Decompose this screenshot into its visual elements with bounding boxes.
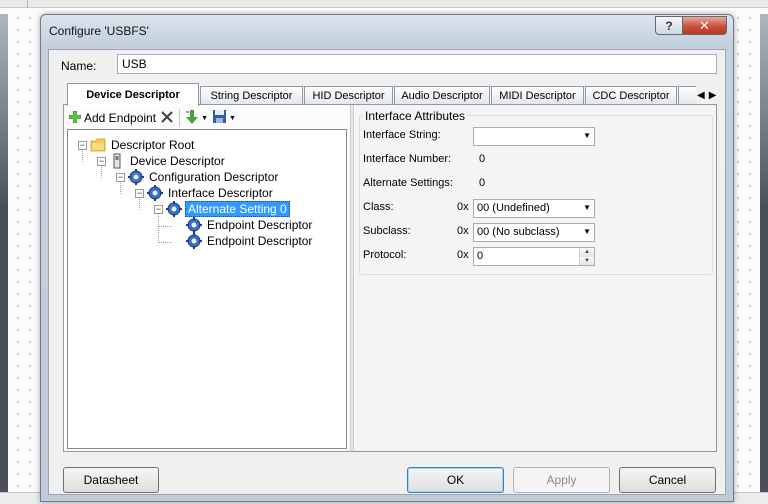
tree-connector: [158, 226, 172, 227]
tree-connector: [158, 242, 172, 243]
gear-icon: [166, 201, 182, 217]
subclass-combo[interactable]: 00 (No subclass) ▼: [473, 223, 595, 242]
delete-icon: [160, 110, 174, 127]
interface-attributes-title: Interface Attributes: [363, 109, 468, 123]
tab-strip: Device Descriptor String Descriptor HID …: [67, 83, 719, 106]
apply-button[interactable]: Apply: [513, 467, 610, 493]
subclass-value: 00 (No subclass): [477, 226, 560, 238]
protocol-label: Protocol:: [363, 249, 407, 261]
class-combo[interactable]: 00 (Undefined) ▼: [473, 199, 595, 218]
interface-number-label: Interface Number:: [363, 153, 452, 165]
tree-node-label: Device Descriptor: [130, 154, 225, 168]
descriptor-tree-pane: Add Endpoint ▼ ▼ − Descriptor Root − Dev…: [64, 105, 350, 451]
help-button[interactable]: ?: [655, 16, 683, 35]
datasheet-button[interactable]: Datasheet: [63, 467, 159, 493]
import-button[interactable]: ▼: [183, 108, 210, 128]
add-endpoint-label: Add Endpoint: [84, 111, 157, 125]
tab-midi-descriptor[interactable]: MIDI Descriptor: [491, 86, 584, 105]
collapse-icon[interactable]: −: [78, 140, 87, 150]
import-icon: [185, 109, 199, 128]
tree-node-endpoint-descriptor[interactable]: Endpoint Descriptor: [186, 217, 314, 233]
spin-up-icon[interactable]: ▲: [580, 248, 594, 257]
tab-hid-descriptor[interactable]: HID Descriptor: [304, 86, 393, 105]
tree-toolbar: Add Endpoint ▼ ▼: [66, 107, 346, 129]
toolbar-separator: [179, 109, 181, 127]
collapse-icon[interactable]: −: [116, 172, 125, 182]
tree-node-label: Endpoint Descriptor: [207, 234, 313, 248]
protocol-spin-buttons: ▲ ▼: [579, 248, 594, 265]
delete-button[interactable]: [158, 108, 176, 128]
add-endpoint-button[interactable]: Add Endpoint: [66, 108, 158, 128]
name-label: Name:: [61, 59, 97, 73]
interface-string-label: Interface String:: [363, 129, 441, 141]
class-value: 00 (Undefined): [477, 202, 550, 214]
collapse-icon[interactable]: −: [154, 204, 163, 214]
tab-cdc-descriptor[interactable]: CDC Descriptor: [585, 86, 677, 105]
subclass-label: Subclass:: [363, 225, 411, 237]
class-label: Class:: [363, 201, 394, 213]
background-left-strip: [0, 14, 8, 502]
tree-node-endpoint-descriptor[interactable]: Endpoint Descriptor: [186, 233, 314, 249]
save-dropdown-icon[interactable]: ▼: [229, 115, 236, 122]
import-dropdown-icon[interactable]: ▼: [201, 115, 208, 122]
window-title: Configure 'USBFS': [49, 24, 149, 38]
add-icon: [68, 110, 82, 127]
tree-node-device-descriptor[interactable]: − Device Descriptor: [97, 153, 227, 169]
background-right-strip: [760, 14, 768, 502]
gear-icon: [186, 217, 202, 233]
chevron-down-icon: ▼: [583, 131, 591, 140]
tab-scroll-left-icon[interactable]: ◀: [697, 90, 705, 101]
save-icon: [212, 109, 227, 127]
chevron-down-icon: ▼: [583, 203, 591, 212]
tree-node-label: Interface Descriptor: [168, 186, 273, 200]
spin-down-icon[interactable]: ▼: [580, 256, 594, 265]
window-controls: ? ✕: [655, 16, 727, 35]
alternate-settings-label: Alternate Settings:: [363, 177, 453, 189]
chevron-down-icon: ▼: [583, 227, 591, 236]
tree-node-alternate-setting[interactable]: − Alternate Setting 0: [154, 201, 290, 217]
descriptor-tree[interactable]: − Descriptor Root − Device Descriptor − …: [67, 129, 347, 449]
protocol-hex-prefix: 0x: [457, 249, 469, 261]
tree-node-label: Configuration Descriptor: [149, 170, 279, 184]
save-button[interactable]: ▼: [210, 108, 238, 128]
collapse-icon[interactable]: −: [97, 156, 106, 166]
gear-icon: [147, 185, 163, 201]
collapse-icon[interactable]: −: [135, 188, 144, 198]
alternate-settings-value: 0: [479, 177, 486, 189]
interface-string-combo[interactable]: ▼: [473, 127, 595, 146]
protocol-value: 0: [477, 250, 484, 262]
close-button[interactable]: ✕: [683, 16, 727, 35]
protocol-spinner[interactable]: 0 ▲ ▼: [473, 247, 595, 266]
tree-node-interface-descriptor[interactable]: − Interface Descriptor: [135, 185, 275, 201]
background-toolbar-notch: [0, 0, 28, 8]
name-input[interactable]: [117, 54, 717, 74]
gear-icon: [128, 169, 144, 185]
folder-icon: [90, 137, 106, 153]
background-toolbar: [0, 0, 768, 8]
tree-node-label-selected: Alternate Setting 0: [185, 201, 290, 217]
tab-overflow[interactable]: [678, 86, 696, 105]
dialog-client-area: Name: Device Descriptor String Descripto…: [48, 49, 726, 495]
device-icon: [109, 153, 125, 169]
gear-icon: [186, 233, 202, 249]
tree-node-configuration-descriptor[interactable]: − Configuration Descriptor: [116, 169, 280, 185]
cancel-button[interactable]: Cancel: [619, 467, 716, 493]
interface-number-value: 0: [479, 153, 486, 165]
pane-splitter[interactable]: [350, 105, 354, 451]
device-descriptor-panel: Add Endpoint ▼ ▼ − Descriptor Root − Dev…: [63, 104, 717, 452]
tab-scroll-right-icon[interactable]: ▶: [709, 90, 717, 101]
tab-device-descriptor[interactable]: Device Descriptor: [67, 83, 199, 106]
subclass-hex-prefix: 0x: [457, 225, 469, 237]
tree-node-label: Endpoint Descriptor: [207, 218, 313, 232]
ok-button[interactable]: OK: [407, 467, 504, 493]
configure-dialog: Configure 'USBFS' ? ✕ Name: Device Descr…: [40, 14, 734, 502]
interface-attributes-pane: Interface Attributes Interface String: ▼…: [355, 105, 716, 451]
tree-node-label: Descriptor Root: [111, 138, 195, 152]
class-hex-prefix: 0x: [457, 201, 469, 213]
tab-scroll-buttons: ◀ ▶: [697, 87, 719, 103]
tab-string-descriptor[interactable]: String Descriptor: [200, 86, 303, 105]
tab-audio-descriptor[interactable]: Audio Descriptor: [394, 86, 490, 105]
tree-node-descriptor-root[interactable]: − Descriptor Root: [78, 137, 196, 153]
